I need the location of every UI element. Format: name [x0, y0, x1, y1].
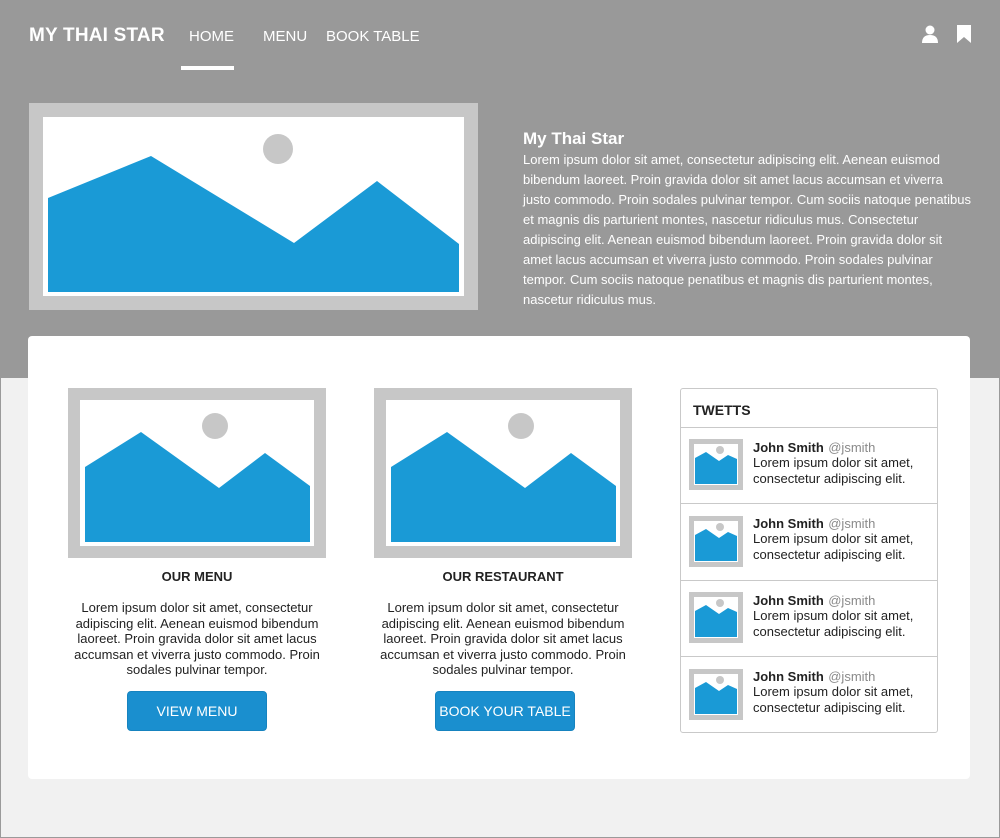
tweets-panel: TWETTS John Smith @jsmith Lorem ipsum do…: [680, 388, 938, 733]
tweet-avatar: [689, 592, 743, 643]
feature-title-restaurant: OUR RESTAURANT: [442, 569, 564, 584]
tweet-avatar: [689, 516, 743, 567]
tweet-handle[interactable]: @jsmith: [828, 669, 875, 684]
hero-description: Lorem ipsum dolor sit amet, consectetur …: [523, 152, 972, 307]
bookmark-icon[interactable]: [955, 24, 975, 44]
nav-book-table[interactable]: BOOK TABLE: [326, 28, 420, 45]
tweet-item[interactable]: John Smith @jsmith Lorem ipsum dolor sit…: [681, 503, 937, 580]
tweet-text: Lorem ipsum dolor sit amet, consectetur …: [753, 684, 914, 715]
tweet-text: Lorem ipsum dolor sit amet, consectetur …: [753, 455, 914, 486]
tweet-handle[interactable]: @jsmith: [828, 516, 875, 531]
book-table-button[interactable]: BOOK YOUR TABLE: [435, 691, 575, 731]
restaurant-image: [374, 388, 632, 558]
nav-active-indicator: [181, 66, 234, 70]
tweet-avatar: [689, 669, 743, 720]
tweet-text: Lorem ipsum dolor sit amet, consectetur …: [753, 531, 914, 562]
tweet-author[interactable]: John Smith: [753, 440, 824, 455]
hero-title: My Thai Star: [523, 129, 625, 148]
tweet-handle[interactable]: @jsmith: [828, 593, 875, 608]
view-menu-button[interactable]: VIEW MENU: [127, 691, 267, 731]
tweet-handle[interactable]: @jsmith: [828, 440, 875, 455]
nav-menu[interactable]: MENU: [263, 28, 307, 45]
tweets-title: TWETTS: [693, 402, 751, 418]
tweet-item[interactable]: John Smith @jsmith Lorem ipsum dolor sit…: [681, 656, 937, 733]
feature-title-menu: OUR MENU: [161, 569, 233, 584]
nav-home[interactable]: HOME: [189, 28, 234, 45]
tweet-author[interactable]: John Smith: [753, 516, 824, 531]
feature-text-menu: Lorem ipsum dolor sit amet, consectetur …: [74, 600, 320, 677]
feature-text-restaurant: Lorem ipsum dolor sit amet, consectetur …: [380, 600, 626, 677]
hero-image: [29, 103, 478, 310]
brand-logo[interactable]: MY THAI STAR: [29, 25, 165, 47]
tweet-author[interactable]: John Smith: [753, 669, 824, 684]
user-icon[interactable]: [920, 24, 940, 44]
tweet-text: Lorem ipsum dolor sit amet, consectetur …: [753, 608, 914, 639]
tweet-item[interactable]: John Smith @jsmith Lorem ipsum dolor sit…: [681, 580, 937, 657]
tweet-item[interactable]: John Smith @jsmith Lorem ipsum dolor sit…: [681, 427, 937, 504]
tweet-avatar: [689, 439, 743, 490]
menu-image: [68, 388, 326, 558]
tweet-author[interactable]: John Smith: [753, 593, 824, 608]
